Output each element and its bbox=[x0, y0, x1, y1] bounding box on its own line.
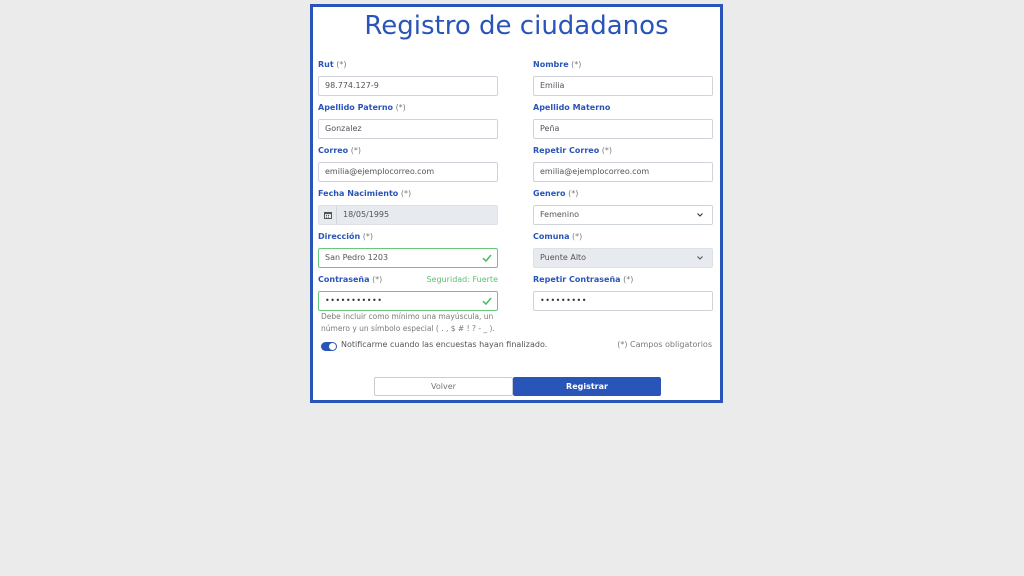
repetir-correo-field-group: Repetir Correo (*) emilia@ejemplocorreo.… bbox=[533, 145, 713, 182]
required-mark: (*) bbox=[572, 232, 583, 241]
correo-input[interactable]: emilia@ejemplocorreo.com bbox=[318, 162, 498, 182]
required-mark: (*) bbox=[601, 146, 613, 155]
apellido-paterno-field-group: Apellido Paterno (*) Gonzalez bbox=[318, 102, 498, 139]
required-mark: (*) bbox=[571, 60, 582, 69]
direccion-input[interactable]: San Pedro 1203 bbox=[318, 248, 498, 268]
check-icon bbox=[482, 297, 492, 306]
apellido-paterno-label: Apellido Paterno bbox=[318, 103, 394, 112]
required-mark: (*) bbox=[350, 146, 361, 155]
repetir-contrasena-label: Repetir Contraseña bbox=[533, 275, 621, 284]
fecha-nacimiento-field-group: Fecha Nacimiento (*) 18/05/1995 bbox=[318, 188, 498, 225]
password-strength: Seguridad: Fuerte bbox=[426, 275, 498, 284]
direccion-label: Dirección bbox=[318, 232, 361, 241]
required-mark: (*) bbox=[400, 189, 412, 198]
rut-field-group: Rut (*) 98.774.127-9 bbox=[318, 59, 498, 96]
chevron-down-icon bbox=[697, 256, 703, 260]
required-mark: (*) bbox=[623, 275, 634, 284]
direccion-field-group: Dirección (*) San Pedro 1203 bbox=[318, 231, 498, 268]
toggle-knob bbox=[329, 343, 336, 350]
required-mark: (*) bbox=[568, 189, 579, 198]
correo-field-group: Correo (*) emilia@ejemplocorreo.com bbox=[318, 145, 498, 182]
contrasena-input[interactable]: ••••••••••• bbox=[318, 291, 498, 311]
back-button[interactable]: Volver bbox=[374, 377, 513, 396]
correo-label: Correo bbox=[318, 146, 349, 155]
comuna-select[interactable]: Puente Alto bbox=[533, 248, 713, 268]
registration-card: Registro de ciudadanos Rut (*) 98.774.12… bbox=[310, 4, 723, 403]
chevron-down-icon bbox=[697, 213, 703, 217]
repetir-contrasena-field-group: Repetir Contraseña (*) ••••••••• bbox=[533, 274, 713, 311]
contrasena-label: Contraseña bbox=[318, 275, 370, 284]
apellido-materno-field-group: Apellido Materno Peña bbox=[533, 102, 713, 139]
repetir-contrasena-input[interactable]: ••••••••• bbox=[533, 291, 713, 311]
comuna-label: Comuna bbox=[533, 232, 570, 241]
nombre-label: Nombre bbox=[533, 60, 569, 69]
nombre-input[interactable]: Emilia bbox=[533, 76, 713, 96]
rut-input[interactable]: 98.774.127-9 bbox=[318, 76, 498, 96]
password-help-text: Debe incluir como mínimo una mayúscula, … bbox=[321, 312, 495, 333]
genero-select[interactable]: Femenino bbox=[533, 205, 713, 225]
nombre-field-group: Nombre (*) Emilia bbox=[533, 59, 713, 96]
notify-toggle[interactable] bbox=[321, 342, 337, 351]
register-button[interactable]: Registrar bbox=[513, 377, 661, 396]
required-mark: (*) bbox=[362, 232, 373, 241]
repetir-correo-input[interactable]: emilia@ejemplocorreo.com bbox=[533, 162, 713, 182]
required-mark: (*) bbox=[372, 275, 383, 284]
fecha-nacimiento-label: Fecha Nacimiento bbox=[318, 189, 399, 198]
comuna-field-group: Comuna (*) Puente Alto bbox=[533, 231, 713, 268]
genero-label: Genero bbox=[533, 189, 566, 198]
genero-field-group: Genero (*) Femenino bbox=[533, 188, 713, 225]
check-icon bbox=[482, 254, 492, 263]
required-mark: (*) bbox=[395, 103, 406, 112]
fecha-nacimiento-input[interactable]: 18/05/1995 bbox=[318, 205, 498, 225]
apellido-paterno-input[interactable]: Gonzalez bbox=[318, 119, 498, 139]
apellido-materno-label: Apellido Materno bbox=[533, 103, 611, 112]
notify-label: Notificarme cuando las encuestas hayan f… bbox=[341, 340, 548, 349]
apellido-materno-input[interactable]: Peña bbox=[533, 119, 713, 139]
rut-label: Rut bbox=[318, 60, 334, 69]
repetir-correo-label: Repetir Correo bbox=[533, 146, 600, 155]
contrasena-field-group: Contraseña (*) Seguridad: Fuerte •••••••… bbox=[318, 274, 498, 311]
required-mark: (*) bbox=[336, 60, 347, 69]
page-title: Registro de ciudadanos bbox=[364, 11, 669, 41]
calendar-icon[interactable] bbox=[319, 206, 337, 224]
required-fields-note: (*) Campos obligatorios bbox=[617, 340, 712, 349]
